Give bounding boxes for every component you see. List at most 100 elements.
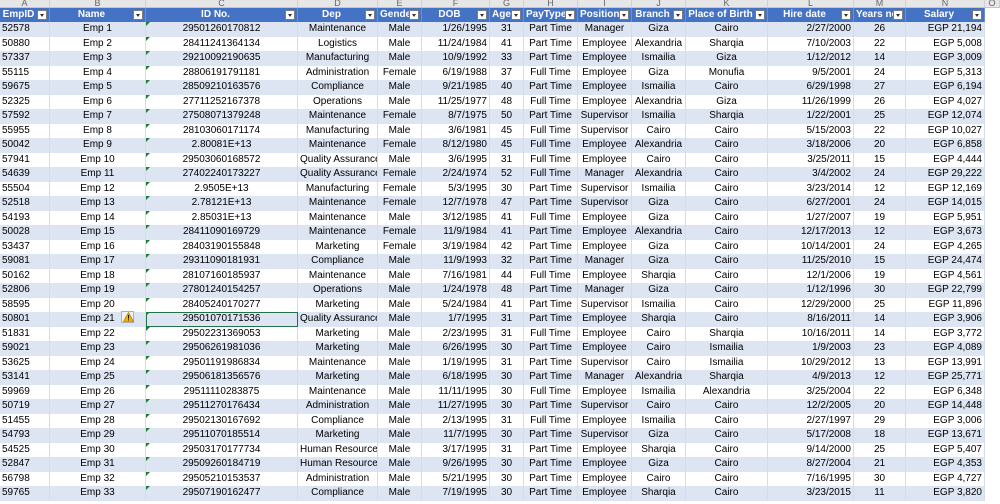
cell-hire-date[interactable]: 12/2/2005 <box>768 399 854 414</box>
header-dep[interactable]: Dep <box>298 8 378 22</box>
cell-dob[interactable]: 3/6/1995 <box>422 152 490 167</box>
header-position[interactable]: Position <box>578 8 632 22</box>
cell-branch[interactable]: Alexandria <box>632 94 686 109</box>
cell-branch[interactable]: Alexandria <box>632 370 686 385</box>
cell-id-no[interactable]: 27801240154257 <box>146 283 298 298</box>
cell-salary[interactable]: EGP 12,074 <box>906 109 985 124</box>
cell-id-no[interactable]: 28806191791181 <box>146 65 298 80</box>
cell-position[interactable]: Employee <box>578 471 632 486</box>
cell-id-no[interactable]: 29507190162477 <box>146 486 298 501</box>
header-age[interactable]: Age <box>490 8 524 22</box>
cell-dep[interactable]: Maintenance <box>298 210 378 225</box>
cell-name[interactable]: Emp 11 <box>50 167 146 182</box>
cell-branch[interactable]: Giza <box>632 254 686 269</box>
cell-hire-date[interactable]: 3/25/2004 <box>768 384 854 399</box>
cell-salary[interactable]: EGP 14,015 <box>906 196 985 211</box>
cell-extra[interactable] <box>985 283 1000 298</box>
cell-empid[interactable]: 50162 <box>0 268 50 283</box>
cell-empid[interactable]: 51455 <box>0 413 50 428</box>
cell-years-no[interactable]: 14 <box>854 51 906 66</box>
cell-id-no[interactable]: 29511110283875 <box>146 384 298 399</box>
cell-place-of-birth[interactable]: Cairo <box>686 413 768 428</box>
cell-paytype[interactable]: Part Time <box>524 428 578 443</box>
cell-dep[interactable]: Maintenance <box>298 138 378 153</box>
cell-extra[interactable] <box>985 254 1000 269</box>
cell-place-of-birth[interactable]: Sharqia <box>686 109 768 124</box>
cell-extra[interactable] <box>985 239 1000 254</box>
cell-name[interactable]: Emp 30 <box>50 442 146 457</box>
cell-dob[interactable]: 1/19/1995 <box>422 355 490 370</box>
cell-hire-date[interactable]: 1/12/1996 <box>768 283 854 298</box>
cell-empid[interactable]: 59675 <box>0 80 50 95</box>
cell-position[interactable]: Manager <box>578 370 632 385</box>
cell-years-no[interactable]: 29 <box>854 413 906 428</box>
cell-position[interactable]: Employee <box>578 268 632 283</box>
cell-extra[interactable] <box>985 471 1000 486</box>
cell-empid[interactable]: 59081 <box>0 254 50 269</box>
cell-gender[interactable]: Female <box>378 109 422 124</box>
cell-branch[interactable]: Cairo <box>632 471 686 486</box>
cell-name[interactable]: Emp 10 <box>50 152 146 167</box>
cell-paytype[interactable]: Part Time <box>524 471 578 486</box>
cell-hire-date[interactable]: 2/27/2000 <box>768 22 854 37</box>
cell-hire-date[interactable]: 9/14/2000 <box>768 442 854 457</box>
cell-branch[interactable]: Giza <box>632 457 686 472</box>
header-empid[interactable]: EmpID <box>0 8 50 22</box>
cell-hire-date[interactable]: 1/22/2001 <box>768 109 854 124</box>
cell-years-no[interactable]: 22 <box>854 123 906 138</box>
cell-salary[interactable]: EGP 12,169 <box>906 181 985 196</box>
cell-salary[interactable]: EGP 3,820 <box>906 486 985 501</box>
header-id-no[interactable]: ID No. <box>146 8 298 22</box>
cell-branch[interactable]: Ismailia <box>632 413 686 428</box>
cell-name[interactable]: Emp 32 <box>50 471 146 486</box>
cell-salary[interactable]: EGP 5,313 <box>906 65 985 80</box>
cell-extra[interactable] <box>985 326 1000 341</box>
header-salary[interactable]: Salary <box>906 8 985 22</box>
cell-position[interactable]: Employee <box>578 138 632 153</box>
cell-dep[interactable]: Marketing <box>298 297 378 312</box>
filter-dropdown-icon[interactable] <box>619 10 629 20</box>
cell-gender[interactable]: Female <box>378 196 422 211</box>
cell-paytype[interactable]: Part Time <box>524 457 578 472</box>
filter-dropdown-icon[interactable] <box>477 10 487 20</box>
cell-salary[interactable]: EGP 5,407 <box>906 442 985 457</box>
cell-position[interactable]: Supervisor <box>578 428 632 443</box>
filter-dropdown-icon[interactable] <box>511 10 521 20</box>
cell-years-no[interactable]: 24 <box>854 65 906 80</box>
cell-name[interactable]: Emp 19 <box>50 283 146 298</box>
cell-place-of-birth[interactable]: Cairo <box>686 442 768 457</box>
cell-id-no[interactable]: 29509260184719 <box>146 457 298 472</box>
cell-age[interactable]: 52 <box>490 167 524 182</box>
cell-place-of-birth[interactable]: Cairo <box>686 254 768 269</box>
cell-paytype[interactable]: Part Time <box>524 312 578 327</box>
cell-gender[interactable]: Male <box>378 268 422 283</box>
cell-age[interactable]: 30 <box>490 341 524 356</box>
cell-paytype[interactable]: Part Time <box>524 399 578 414</box>
cell-gender[interactable]: Male <box>378 399 422 414</box>
cell-place-of-birth[interactable]: Cairo <box>686 239 768 254</box>
cell-years-no[interactable]: 25 <box>854 109 906 124</box>
cell-years-no[interactable]: 12 <box>854 225 906 240</box>
cell-empid[interactable]: 54193 <box>0 210 50 225</box>
cell-extra[interactable] <box>985 225 1000 240</box>
cell-position[interactable]: Manager <box>578 22 632 37</box>
cell-dep[interactable]: Compliance <box>298 413 378 428</box>
filter-dropdown-icon[interactable] <box>37 10 47 20</box>
cell-id-no[interactable]: 28405240170277 <box>146 297 298 312</box>
cell-age[interactable]: 41 <box>490 297 524 312</box>
column-letter-k[interactable]: K <box>686 0 768 7</box>
cell-branch[interactable]: Ismailia <box>632 181 686 196</box>
cell-paytype[interactable]: Full Time <box>524 384 578 399</box>
cell-empid[interactable]: 51831 <box>0 326 50 341</box>
cell-place-of-birth[interactable]: Cairo <box>686 486 768 501</box>
cell-age[interactable]: 33 <box>490 51 524 66</box>
cell-gender[interactable]: Male <box>378 384 422 399</box>
column-letter-o[interactable]: O <box>985 0 1000 7</box>
cell-dob[interactable]: 11/25/1977 <box>422 94 490 109</box>
cell-paytype[interactable]: Full Time <box>524 167 578 182</box>
cell-branch[interactable]: Ismailia <box>632 109 686 124</box>
cell-salary[interactable]: EGP 13,991 <box>906 355 985 370</box>
cell-age[interactable]: 31 <box>490 312 524 327</box>
cell-gender[interactable]: Male <box>378 355 422 370</box>
cell-id-no[interactable]: 2.80081E+13 <box>146 138 298 153</box>
